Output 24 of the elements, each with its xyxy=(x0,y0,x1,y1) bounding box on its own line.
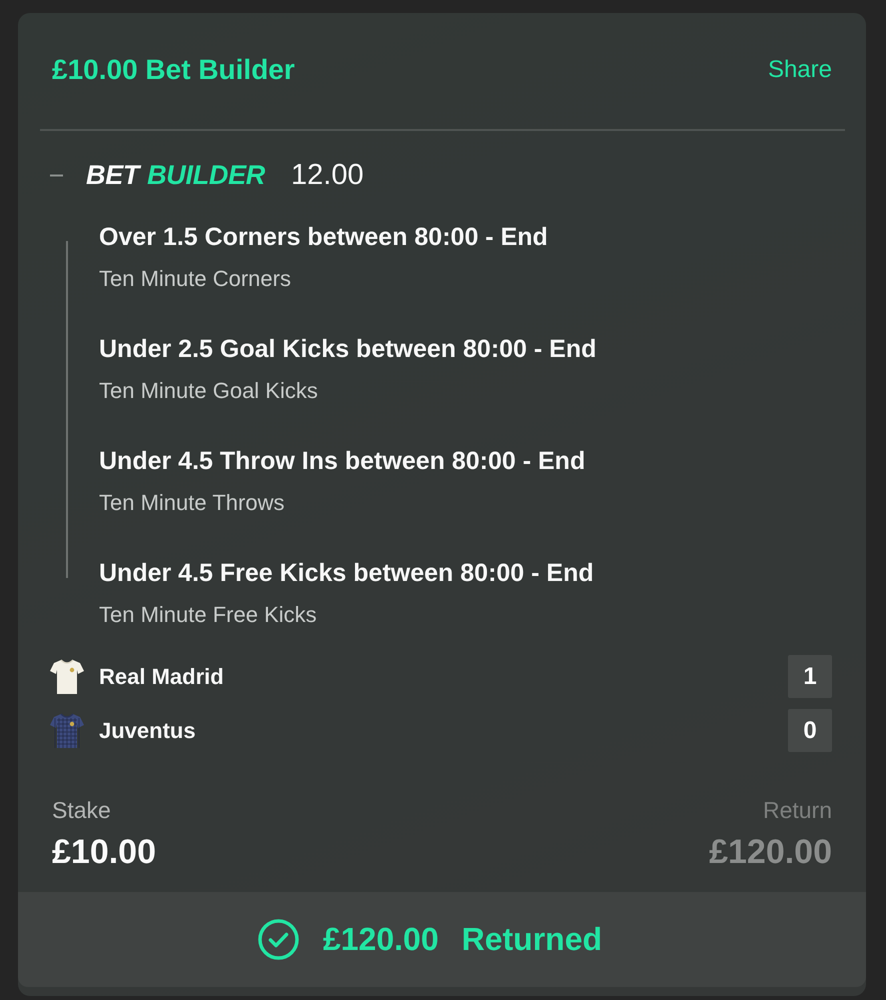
team-name: Real Madrid xyxy=(99,664,225,690)
returned-text: Returned xyxy=(462,921,602,958)
stake-label: Stake xyxy=(52,796,112,824)
bet-builder-logo-word: BET xyxy=(86,160,140,190)
team-score: 0 xyxy=(788,709,832,752)
market-name: Ten Minute Throws xyxy=(99,489,286,517)
check-circle-icon xyxy=(258,919,299,960)
team-name: Juventus xyxy=(99,718,197,744)
selection-title: Under 4.5 Throw Ins between 80:00 - End xyxy=(99,446,586,477)
team-score: 1 xyxy=(788,655,832,698)
bet-title: £10.00 Bet Builder xyxy=(52,54,295,86)
stake-amount: £10.00 xyxy=(52,832,156,872)
market-name: Ten Minute Corners xyxy=(99,265,292,293)
market-name: Ten Minute Goal Kicks xyxy=(99,377,319,405)
selection-title: Under 2.5 Goal Kicks between 80:00 - End xyxy=(99,334,598,365)
bet-odds: 12.00 xyxy=(291,158,364,192)
returned-amount: £120.00 xyxy=(322,921,439,958)
share-link[interactable]: Share xyxy=(768,56,832,84)
return-amount: £120.00 xyxy=(709,832,832,872)
market-name: Ten Minute Free Kicks xyxy=(99,601,318,629)
bet-builder-logo-word: BUILDER xyxy=(147,160,266,190)
selection-title: Under 4.5 Free Kicks between 80:00 - End xyxy=(99,558,595,589)
return-label: Return xyxy=(762,796,832,824)
selection-title: Over 1.5 Corners between 80:00 - End xyxy=(99,222,549,253)
